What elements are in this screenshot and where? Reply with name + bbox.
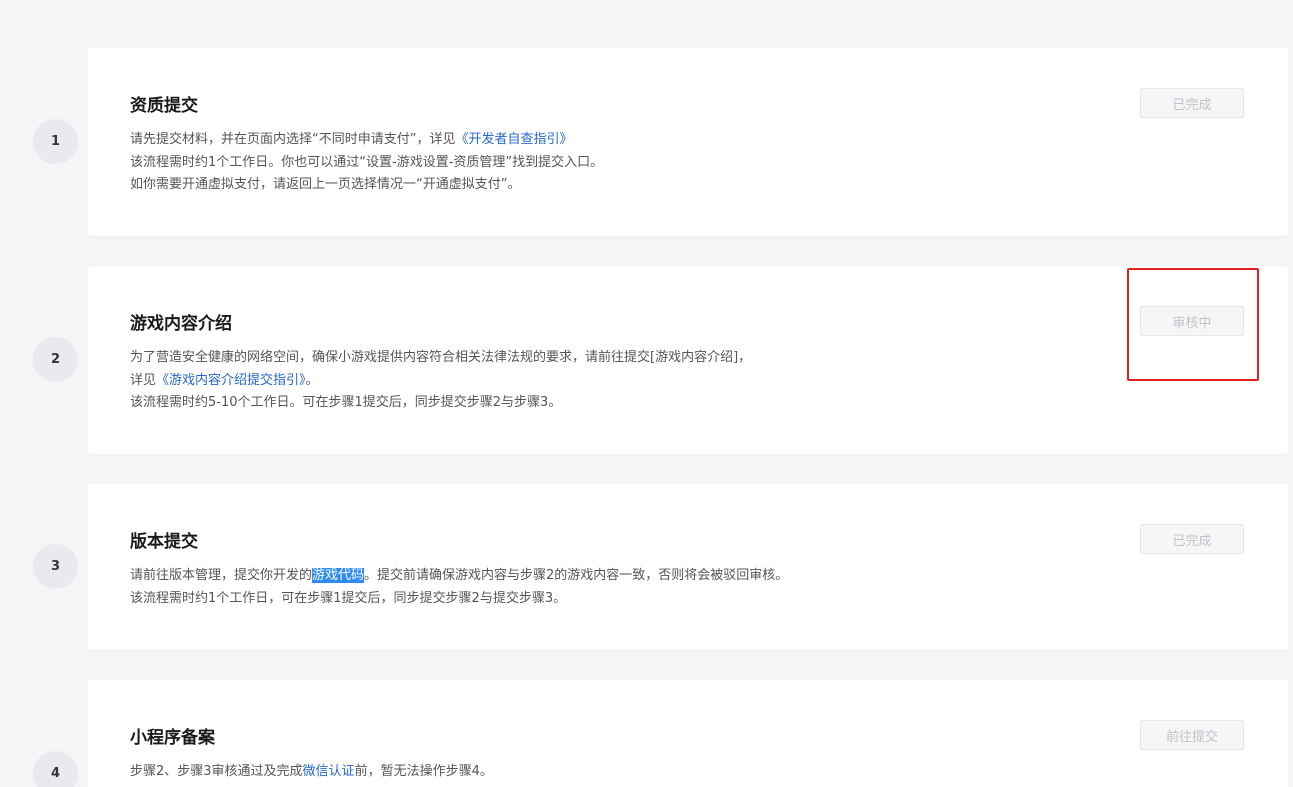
step-number-3: 3 [33,544,78,589]
go-submit-button[interactable]: 前往提交 [1140,720,1244,750]
status-button-completed[interactable]: 已完成 [1140,524,1244,554]
step-title-1: 资质提交 [130,96,198,116]
description-text: 详见 [130,372,157,388]
description-text: 前，暂无法操作步骤4。 [354,764,493,779]
description-line: 该流程需时约5-10个工作日。可在步骤1提交后，同步提交步骤2与步骤3。 [130,395,562,410]
description-text: 请前往版本管理，提交你开发的 [130,568,313,583]
step-title-2: 游戏内容介绍 [130,314,232,334]
description-line: 如你需要开通虚拟支付，请返回上一页选择情况一“开通虚拟支付”。 [130,177,521,192]
description-line: 步骤2、步骤3审核通过及完成微信认证前，暂无法操作步骤4。 [130,761,493,784]
description-line: 请前往版本管理，提交你开发的游戏代码。提交前请确保游戏内容与步骤2的游戏内容一致… [130,565,788,588]
description-line: 为了营造安全健康的网络空间，确保小游戏提供内容符合相关法律法规的要求，请前往提交… [130,350,752,365]
step-card-4: 小程序备案 步骤2、步骤3审核通过及完成微信认证前，暂无法操作步骤4。 前往提交 [88,680,1288,787]
status-button-completed[interactable]: 已完成 [1140,88,1244,118]
step-title-4: 小程序备案 [130,728,215,748]
description-text: 。 [305,372,319,388]
description-text: 。提交前请确保游戏内容与步骤2的游戏内容一致，否则将会被驳回审核。 [364,568,789,583]
selected-text-game-code: 游戏代码 [312,568,365,583]
step-description-3: 请前往版本管理，提交你开发的游戏代码。提交前请确保游戏内容与步骤2的游戏内容一致… [130,565,788,610]
description-line: 请先提交材料，并在页面内选择“不同时申请支付”，详见《开发者自查指引》 [130,129,603,152]
description-line: 详见《游戏内容介绍提交指引》。 [130,370,751,393]
description-text: 步骤2、步骤3审核通过及完成 [130,764,303,779]
step-card-1: 资质提交 请先提交材料，并在页面内选择“不同时申请支付”，详见《开发者自查指引》… [88,48,1288,236]
description-line: 该流程需时约1个工作日。你也可以通过“设置-游戏设置-资质管理”找到提交入口。 [130,154,604,170]
content-intro-guide-link[interactable]: 《游戏内容介绍提交指引》 [156,373,306,388]
step-description-2: 为了营造安全健康的网络空间，确保小游戏提供内容符合相关法律法规的要求，请前往提交… [130,347,751,415]
step-description-1: 请先提交材料，并在页面内选择“不同时申请支付”，详见《开发者自查指引》 该流程需… [130,129,603,197]
wechat-verification-link[interactable]: 微信认证 [303,764,355,779]
step-description-4: 步骤2、步骤3审核通过及完成微信认证前，暂无法操作步骤4。 [130,761,493,784]
step-card-3: 版本提交 请前往版本管理，提交你开发的游戏代码。提交前请确保游戏内容与步骤2的游… [88,484,1288,650]
step-title-3: 版本提交 [130,532,198,552]
developer-self-check-guide-link[interactable]: 《开发者自查指引》 [455,132,572,147]
description-line: 该流程需时约1个工作日，可在步骤1提交后，同步提交步骤2与提交步骤3。 [130,590,567,606]
step-number-4: 4 [33,751,78,787]
step-card-2: 游戏内容介绍 为了营造安全健康的网络空间，确保小游戏提供内容符合相关法律法规的要… [88,266,1288,454]
description-text: 请先提交材料，并在页面内选择“不同时申请支付”，详见 [130,132,456,147]
step-list: 1 资质提交 请先提交材料，并在页面内选择“不同时申请支付”，详见《开发者自查指… [0,0,1293,787]
step-number-2: 2 [33,337,78,382]
step-number-1: 1 [33,119,78,164]
status-button-under-review[interactable]: 审核中 [1140,306,1244,336]
